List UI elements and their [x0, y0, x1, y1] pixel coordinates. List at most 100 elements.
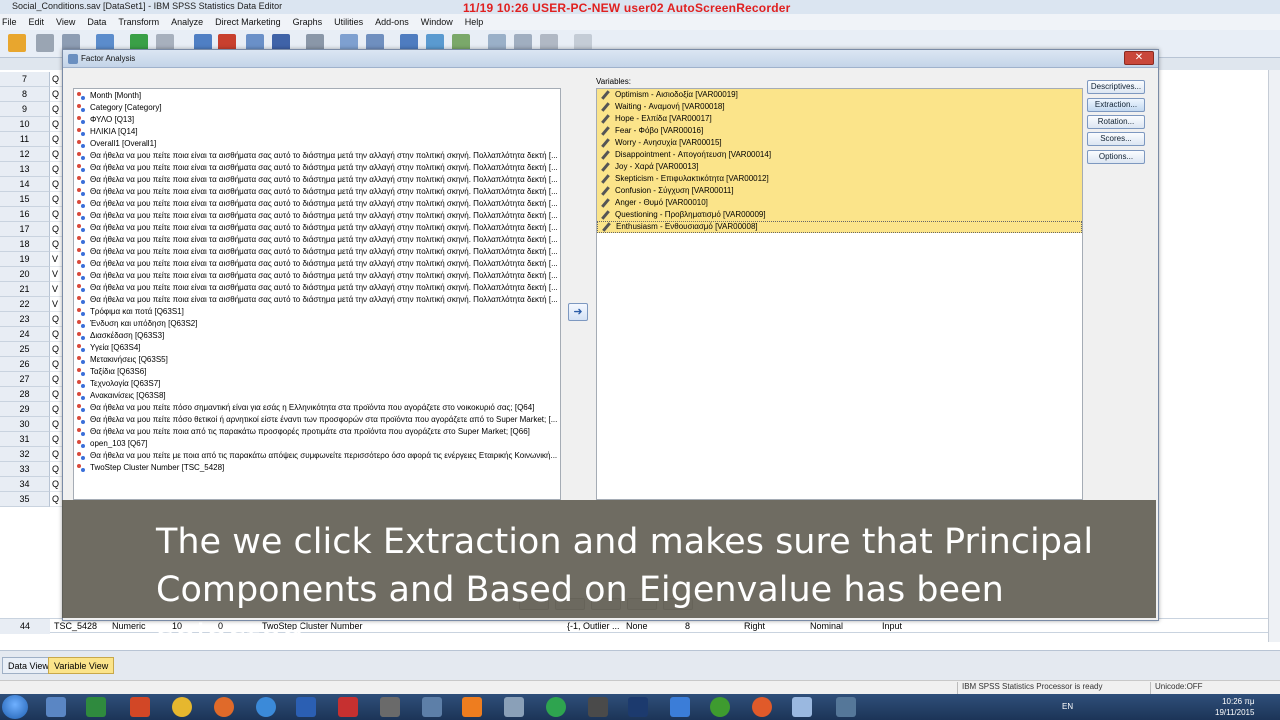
row-number[interactable]: 13 [0, 162, 50, 177]
list-item[interactable]: Θα ήθελα να μου πείτε ποια είναι τα αισθ… [74, 270, 560, 282]
grid-cell[interactable]: V [50, 297, 62, 312]
internet-explorer-icon[interactable] [256, 697, 276, 717]
row-number[interactable]: 22 [0, 297, 50, 312]
row-number[interactable]: 34 [0, 477, 50, 492]
list-item[interactable]: Θα ήθελα να μου πείτε πόσο σημαντική είν… [74, 402, 560, 414]
row-number[interactable]: 11 [0, 132, 50, 147]
menu-utilities[interactable]: Utilities [334, 17, 363, 27]
app-icon-2[interactable] [422, 697, 442, 717]
list-item[interactable]: Month [Month] [74, 90, 560, 102]
grid-cell[interactable]: Q [50, 102, 62, 117]
grid-cell[interactable]: Q [50, 117, 62, 132]
list-item[interactable]: Θα ήθελα να μου πείτε ποια είναι τα αισθ… [74, 210, 560, 222]
list-item[interactable]: Θα ήθελα να μου πείτε ποια είναι τα αισθ… [74, 294, 560, 306]
menu-edit[interactable]: Edit [29, 17, 45, 27]
row-number[interactable]: 26 [0, 357, 50, 372]
list-item[interactable]: Θα ήθελα να μου πείτε ποια είναι τα αισθ… [74, 222, 560, 234]
grid-cell[interactable]: Q [50, 162, 62, 177]
list-item[interactable]: ΗΛΙΚΙΑ [Q14] [74, 126, 560, 138]
app-icon-7[interactable] [836, 697, 856, 717]
row-number[interactable]: 31 [0, 432, 50, 447]
grid-cell[interactable]: Q [50, 312, 62, 327]
save-icon[interactable] [36, 34, 54, 52]
grid-cell[interactable]: Q [50, 417, 62, 432]
row-number[interactable]: 17 [0, 222, 50, 237]
grid-cell[interactable]: Q [50, 132, 62, 147]
list-item[interactable]: Optimism - Αισιοδοξία [VAR00019] [597, 89, 1082, 101]
list-item[interactable]: Θα ήθελα να μου πείτε ποια είναι τα αισθ… [74, 234, 560, 246]
list-item[interactable]: TwoStep Cluster Number [TSC_5428] [74, 462, 560, 474]
grid-cell[interactable]: Q [50, 207, 62, 222]
row-number[interactable]: 20 [0, 267, 50, 282]
row-number[interactable]: 18 [0, 237, 50, 252]
list-item[interactable]: Θα ήθελα να μου πείτε ποια από τις παρακ… [74, 426, 560, 438]
list-item[interactable]: Fear - Φόβο [VAR00016] [597, 125, 1082, 137]
menu-direct-marketing[interactable]: Direct Marketing [215, 17, 281, 27]
selected-variable-list[interactable]: Optimism - Αισιοδοξία [VAR00019] Waiting … [596, 88, 1083, 500]
list-item[interactable]: Μετακινήσεις [Q63S5] [74, 354, 560, 366]
utorrent-icon[interactable] [710, 697, 730, 717]
row-number[interactable]: 19 [0, 252, 50, 267]
grid-cell[interactable]: Q [50, 147, 62, 162]
powerpoint-icon[interactable] [130, 697, 150, 717]
grid-cell[interactable]: Q [50, 492, 62, 507]
system-clock[interactable]: 10:26 πμ 19/11/2015 [1215, 696, 1254, 718]
dialog-close-button[interactable]: ✕ [1124, 51, 1154, 65]
language-indicator[interactable]: EN [1062, 702, 1073, 711]
list-item[interactable]: Confusion - Σύγχυση [VAR00011] [597, 185, 1082, 197]
menu-file[interactable]: File [2, 17, 17, 27]
menu-view[interactable]: View [56, 17, 75, 27]
menu-graphs[interactable]: Graphs [293, 17, 323, 27]
vlc-icon[interactable] [462, 697, 482, 717]
dialog-title-bar[interactable]: Factor Analysis ✕ [63, 50, 1158, 68]
app-icon-6[interactable] [752, 697, 772, 717]
list-item[interactable]: Θα ήθελα να μου πείτε με ποια από τις πα… [74, 450, 560, 462]
menu-transform[interactable]: Transform [118, 17, 159, 27]
menu-data[interactable]: Data [87, 17, 106, 27]
list-item[interactable]: Θα ήθελα να μου πείτε ποια είναι τα αισθ… [74, 282, 560, 294]
list-item[interactable]: Ένδυση και υπόδηση [Q63S2] [74, 318, 560, 330]
descriptives-button[interactable]: Descriptives... [1087, 80, 1145, 94]
grid-cell[interactable]: Q [50, 462, 62, 477]
row-number[interactable]: 10 [0, 117, 50, 132]
spotify-icon[interactable] [546, 697, 566, 717]
row-number[interactable]: 23 [0, 312, 50, 327]
row-number[interactable]: 29 [0, 402, 50, 417]
row-number[interactable]: 16 [0, 207, 50, 222]
extraction-button[interactable]: Extraction... [1087, 98, 1145, 112]
row-number[interactable]: 28 [0, 387, 50, 402]
list-item[interactable]: open_103 [Q67] [74, 438, 560, 450]
grid-cell[interactable]: Q [50, 87, 62, 102]
open-file-icon[interactable] [8, 34, 26, 52]
grid-cell[interactable]: Q [50, 372, 62, 387]
grid-cell[interactable]: Q [50, 477, 62, 492]
cell-type[interactable]: Numeric [112, 619, 146, 634]
start-button-icon[interactable] [2, 695, 28, 719]
list-item[interactable]: Θα ήθελα να μου πείτε ποια είναι τα αισθ… [74, 186, 560, 198]
list-item[interactable]: Θα ήθελα να μου πείτε ποια είναι τα αισθ… [74, 174, 560, 186]
list-item[interactable]: Θα ήθελα να μου πείτε πόσο θετικοί ή αρν… [74, 414, 560, 426]
grid-cell[interactable]: Q [50, 192, 62, 207]
move-variable-button[interactable]: ➜ [568, 303, 588, 321]
row-number[interactable]: 9 [0, 102, 50, 117]
grid-cell[interactable]: V [50, 267, 62, 282]
row-number[interactable]: 24 [0, 327, 50, 342]
grid-cell[interactable]: Q [50, 327, 62, 342]
chrome-icon[interactable] [172, 697, 192, 717]
list-item[interactable]: Θα ήθελα να μου πείτε ποια είναι τα αισθ… [74, 150, 560, 162]
list-item[interactable]: Διασκέδαση [Q63S3] [74, 330, 560, 342]
row-number[interactable]: 32 [0, 447, 50, 462]
list-item[interactable]: Anger - Θυμό [VAR00010] [597, 197, 1082, 209]
media-player-icon[interactable] [46, 697, 66, 717]
list-item[interactable]: ΦΥΛΟ [Q13] [74, 114, 560, 126]
menu-add-ons[interactable]: Add-ons [375, 17, 409, 27]
app-icon-4[interactable] [588, 697, 608, 717]
grid-cell[interactable]: Q [50, 432, 62, 447]
row-number[interactable]: 25 [0, 342, 50, 357]
list-item[interactable]: Category [Category] [74, 102, 560, 114]
spss-taskbar-icon[interactable] [792, 697, 812, 717]
list-item[interactable]: Θα ήθελα να μου πείτε ποια είναι τα αισθ… [74, 246, 560, 258]
grid-cell[interactable]: Q [50, 237, 62, 252]
row-number[interactable]: 8 [0, 87, 50, 102]
menu-window[interactable]: Window [421, 17, 453, 27]
